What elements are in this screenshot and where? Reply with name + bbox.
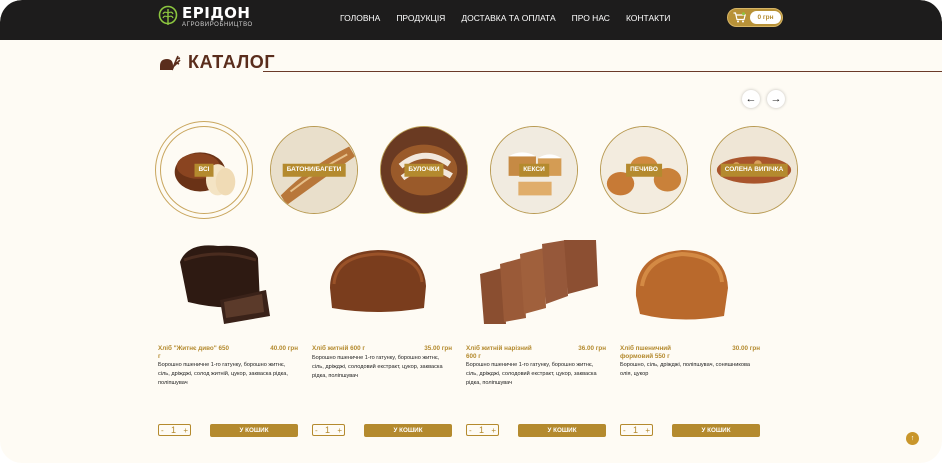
category-baguettes[interactable]: БАТОНИ/БАГЕТИ xyxy=(270,126,358,214)
quantity-stepper: - 1 + xyxy=(466,424,499,436)
qty-increment-button[interactable]: + xyxy=(491,426,496,435)
qty-value[interactable]: 1 xyxy=(171,425,176,435)
prev-arrow-button[interactable]: ← xyxy=(742,90,760,108)
add-to-cart-button[interactable]: У КОШИК xyxy=(518,424,606,437)
page-frame: ЕРІДОН АГРОВИРОБНИЦТВО ГОЛОВНА ПРОДУКЦІЯ… xyxy=(0,0,942,463)
category-buns[interactable]: БУЛОЧКИ xyxy=(380,126,468,214)
cart-icon xyxy=(733,12,746,23)
category-label: КЕКСИ xyxy=(519,163,549,177)
title-underline xyxy=(263,71,942,72)
product-image[interactable] xyxy=(466,238,606,328)
nav-about[interactable]: ПРО НАС xyxy=(572,13,610,23)
wheat-logo-icon xyxy=(158,5,178,25)
qty-increment-button[interactable]: + xyxy=(183,426,188,435)
category-label: ВСІ xyxy=(194,163,214,177)
nav-delivery[interactable]: ДОСТАВКА ТА ОПЛАТА xyxy=(461,13,555,23)
product-price: 30.00 грн xyxy=(732,345,760,352)
qty-decrement-button[interactable]: - xyxy=(315,426,318,435)
category-savory-pastry[interactable]: СОЛЕНА ВИПІЧКА xyxy=(710,126,798,214)
main-nav: ГОЛОВНА ПРОДУКЦІЯ ДОСТАВКА ТА ОПЛАТА ПРО… xyxy=(340,13,686,23)
product-price: 35.00 грн xyxy=(424,345,452,352)
qty-value[interactable]: 1 xyxy=(325,425,330,435)
product-name[interactable]: Хліб житній нарізний 600 г xyxy=(466,345,541,360)
product-price: 36.00 грн xyxy=(578,345,606,352)
add-to-cart-button[interactable]: У КОШИК xyxy=(210,424,298,437)
logo-title: ЕРІДОН xyxy=(182,4,251,22)
add-to-cart-button[interactable]: У КОШИК xyxy=(672,424,760,437)
catalog-heading: КАТАЛОГ xyxy=(158,52,275,72)
category-cakes[interactable]: КЕКСИ xyxy=(490,126,578,214)
category-label: СОЛЕНА ВИПІЧКА xyxy=(720,163,788,177)
logo-subtitle: АГРОВИРОБНИЦТВО xyxy=(182,22,253,28)
product-description: Борошно пшеничне 1-го гатунку, борошно ж… xyxy=(158,362,288,387)
qty-decrement-button[interactable]: - xyxy=(469,426,472,435)
bread-icon xyxy=(160,55,181,71)
product-name[interactable]: Хліб житній 600 г xyxy=(312,345,387,353)
quantity-stepper: - 1 + xyxy=(312,424,345,436)
qty-value[interactable]: 1 xyxy=(633,425,638,435)
quantity-stepper: - 1 + xyxy=(158,424,191,436)
nav-products[interactable]: ПРОДУКЦІЯ xyxy=(396,13,445,23)
category-label: ПЕЧИВО xyxy=(626,163,662,177)
quantity-stepper: - 1 + xyxy=(620,424,653,436)
product-name[interactable]: Хліб пшеничний формовий 550 г xyxy=(620,345,695,360)
product-image[interactable] xyxy=(620,238,760,328)
qty-value[interactable]: 1 xyxy=(479,425,484,435)
page-title: КАТАЛОГ xyxy=(188,52,276,72)
next-arrow-button[interactable]: → xyxy=(767,90,785,108)
cart-total: 0 грн xyxy=(750,11,781,24)
product-description: Борошно, сіль, дріжджі, поліпшувач, соня… xyxy=(620,362,751,378)
cart-button[interactable]: 0 грн xyxy=(727,8,783,27)
qty-decrement-button[interactable]: - xyxy=(623,426,626,435)
arrow-left-icon: ← xyxy=(745,93,757,105)
product-description: Борошно пшеничне 1-го гатунку, борошно ж… xyxy=(466,362,597,387)
product-image[interactable] xyxy=(312,238,452,328)
product-name[interactable]: Хліб "Житнє диво" 650 г xyxy=(158,345,233,360)
add-to-cart-button[interactable]: У КОШИК xyxy=(364,424,452,437)
category-all[interactable]: ВСІ xyxy=(160,126,248,214)
product-price: 40.00 грн xyxy=(270,345,298,352)
arrow-up-icon: ↑ xyxy=(910,435,915,442)
scroll-to-top-button[interactable]: ↑ xyxy=(906,432,919,445)
qty-decrement-button[interactable]: - xyxy=(161,426,164,435)
top-navigation-bar: ЕРІДОН АГРОВИРОБНИЦТВО ГОЛОВНА ПРОДУКЦІЯ… xyxy=(0,0,942,40)
category-label: БУЛОЧКИ xyxy=(404,163,444,177)
category-cookies[interactable]: ПЕЧИВО xyxy=(600,126,688,214)
logo[interactable]: ЕРІДОН АГРОВИРОБНИЦТВО xyxy=(158,5,253,29)
qty-increment-button[interactable]: + xyxy=(645,426,650,435)
arrow-right-icon: → xyxy=(770,93,782,105)
nav-contacts[interactable]: КОНТАКТИ xyxy=(626,13,670,23)
qty-increment-button[interactable]: + xyxy=(337,426,342,435)
product-image[interactable] xyxy=(158,238,298,328)
nav-home[interactable]: ГОЛОВНА xyxy=(340,13,380,23)
category-label: БАТОНИ/БАГЕТИ xyxy=(282,163,346,177)
product-description: Борошно пшеничне 1-го гатунку, борошно ж… xyxy=(312,355,443,380)
